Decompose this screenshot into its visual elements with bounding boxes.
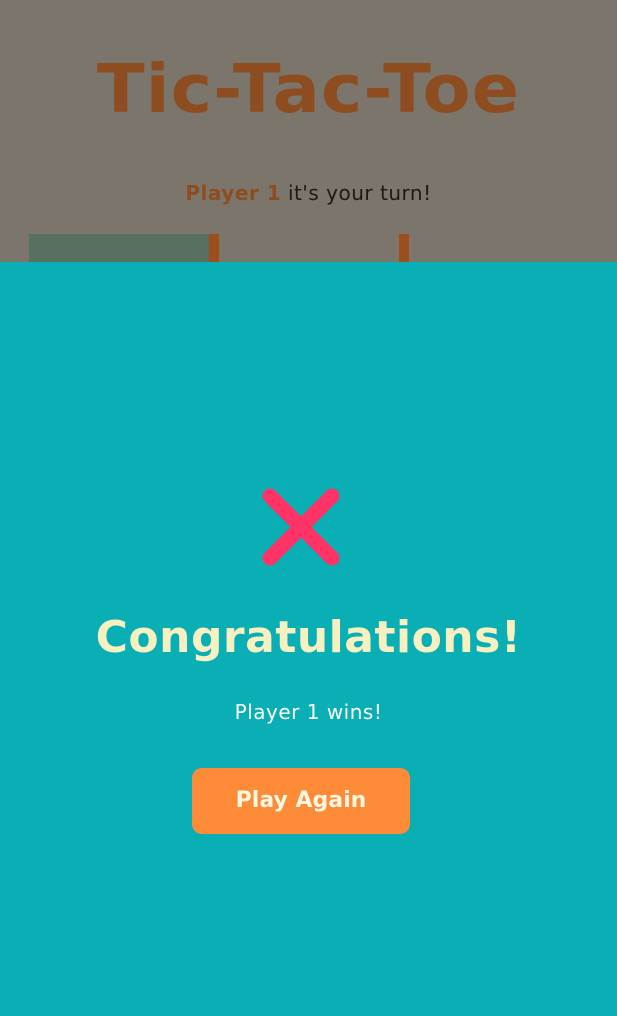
turn-player-name: Player 1 xyxy=(185,181,282,205)
win-modal: Congratulations! Player 1 wins! Play Aga… xyxy=(0,262,617,1016)
turn-indicator: Player 1 it's your turn! xyxy=(0,181,617,205)
x-mark-icon xyxy=(262,488,340,566)
winner-message: Player 1 wins! xyxy=(234,700,383,724)
congratulations-heading: Congratulations! xyxy=(95,612,522,663)
play-again-button[interactable]: Play Again xyxy=(192,768,410,834)
game-title: Tic-Tac-Toe xyxy=(96,50,521,128)
turn-message: it's your turn! xyxy=(288,181,432,205)
